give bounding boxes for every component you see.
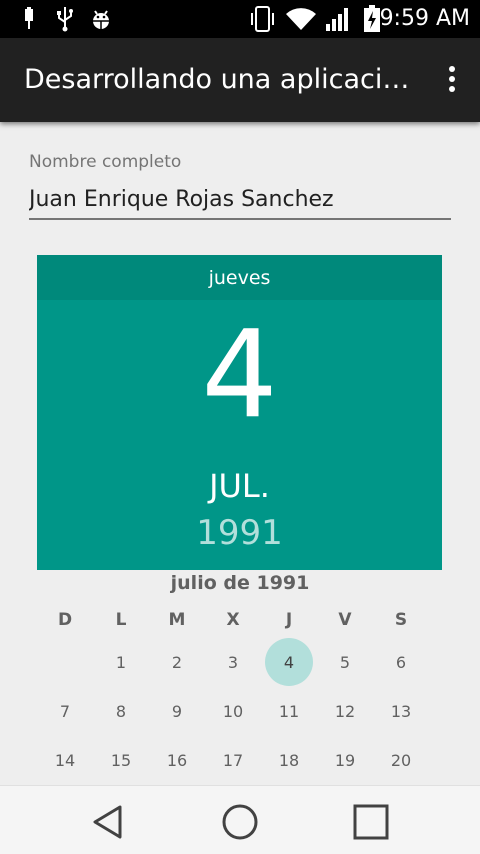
more-vert-icon[interactable] bbox=[446, 66, 458, 96]
app-bar: Desarrollando una aplicaci… bbox=[0, 38, 480, 122]
weekday-header: L bbox=[115, 610, 127, 630]
usb-icon bbox=[20, 5, 38, 33]
calendar-day[interactable]: 2 bbox=[153, 638, 201, 686]
back-icon[interactable] bbox=[86, 800, 130, 844]
name-input[interactable] bbox=[29, 184, 451, 220]
calendar-day[interactable]: 19 bbox=[321, 736, 369, 784]
calendar-day[interactable]: 16 bbox=[153, 736, 201, 784]
selected-year[interactable]: 1991 bbox=[37, 513, 442, 553]
calendar-day[interactable]: 6 bbox=[377, 638, 425, 686]
calendar-day[interactable]: 17 bbox=[209, 736, 257, 784]
calendar-month-title: julio de 1991 bbox=[170, 572, 310, 594]
weekday-label: jueves bbox=[37, 255, 442, 300]
calendar-day-selected[interactable]: 4 bbox=[265, 638, 313, 686]
calendar-day[interactable]: 14 bbox=[41, 736, 89, 784]
weekday-header: D bbox=[57, 610, 73, 630]
weekday-header: M bbox=[168, 610, 186, 630]
calendar-day[interactable]: 3 bbox=[209, 638, 257, 686]
calendar-day[interactable]: 18 bbox=[265, 736, 313, 784]
weekday-header: J bbox=[285, 610, 293, 630]
selected-month[interactable]: JUL. bbox=[37, 467, 442, 505]
home-icon[interactable] bbox=[218, 800, 262, 844]
vibrate-icon bbox=[248, 5, 276, 33]
calendar-day[interactable]: 13 bbox=[377, 687, 425, 735]
app-title: Desarrollando una aplicaci… bbox=[24, 64, 408, 95]
status-time: 9:59 AM bbox=[379, 6, 470, 31]
calendar-day[interactable]: 7 bbox=[41, 687, 89, 735]
calendar-day[interactable]: 9 bbox=[153, 687, 201, 735]
calendar-day[interactable]: 5 bbox=[321, 638, 369, 686]
weekday-header: V bbox=[338, 610, 352, 630]
wifi-icon bbox=[284, 5, 318, 33]
android-debug-icon bbox=[88, 5, 114, 33]
calendar-day[interactable]: 20 bbox=[377, 736, 425, 784]
weekday-header: X bbox=[226, 610, 240, 630]
date-picker-header: jueves 4 JUL. 1991 bbox=[37, 255, 442, 570]
form-content: Nombre completo jueves 4 JUL. 1991 julio… bbox=[0, 122, 480, 785]
calendar-day[interactable]: 8 bbox=[97, 687, 145, 735]
recents-icon[interactable] bbox=[349, 800, 393, 844]
calendar-day[interactable]: 11 bbox=[265, 687, 313, 735]
selected-day[interactable]: 4 bbox=[37, 307, 442, 445]
navigation-bar bbox=[0, 785, 480, 854]
signal-icon bbox=[324, 5, 352, 33]
calendar-day[interactable]: 12 bbox=[321, 687, 369, 735]
status-bar: 9:59 AM bbox=[0, 0, 480, 38]
usb-debug-icon bbox=[54, 5, 76, 33]
calendar-day[interactable]: 15 bbox=[97, 736, 145, 784]
weekday-header: S bbox=[394, 610, 408, 630]
calendar-day[interactable]: 1 bbox=[97, 638, 145, 686]
calendar-day[interactable]: 10 bbox=[209, 687, 257, 735]
name-label: Nombre completo bbox=[29, 152, 182, 172]
